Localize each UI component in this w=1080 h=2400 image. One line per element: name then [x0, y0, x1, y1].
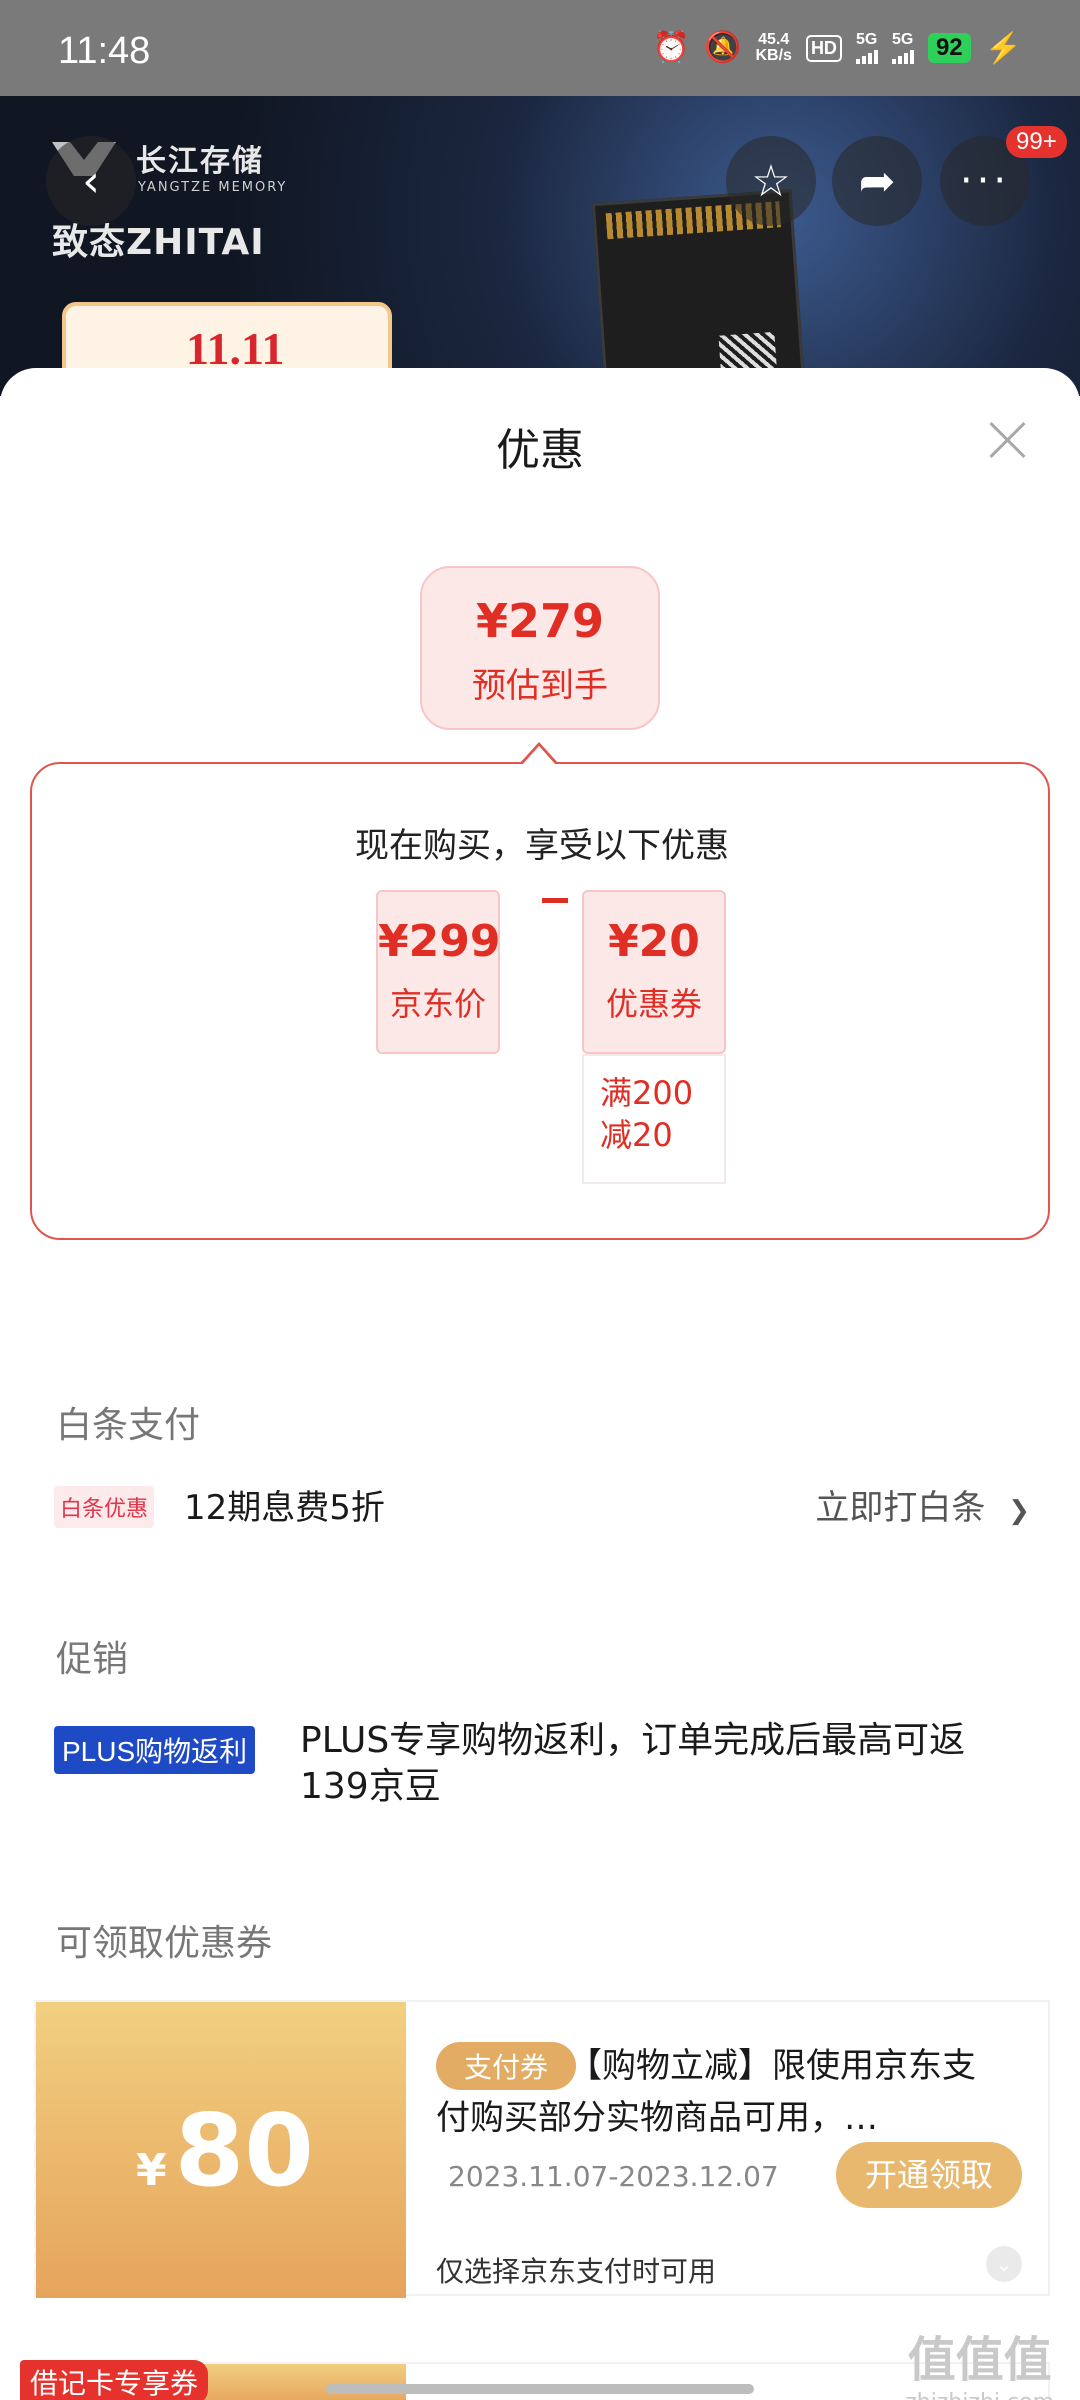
notification-badge: 99+ [1006, 126, 1067, 158]
chevron-right-icon: ❯ [1008, 1496, 1030, 1526]
status-icons: ⏰ 🔕 45.4 KB/s HD 5G 5G 92 ⚡ [653, 30, 1022, 66]
section-baitiao: 白条支付 [56, 1405, 201, 1446]
section-coupons: 可领取优惠券 [56, 1923, 273, 1964]
share-icon: ➦ [858, 155, 896, 207]
mute-icon: 🔕 [704, 31, 742, 64]
claim-button[interactable]: 开通领取 [836, 2142, 1022, 2208]
promo-breakdown: 现在购买，享受以下优惠 ¥299 京东价 ¥20 优惠券 满200减20 [30, 762, 1050, 1240]
minus-icon [542, 898, 568, 903]
jd-price-box: ¥299 京东价 [376, 890, 500, 1054]
sheet-title: 优惠 [496, 425, 584, 476]
section-promotion: 促销 [56, 1639, 129, 1680]
coupon-card: ¥80 【购物立减】限使用京东支付购买部分实物商品可用，… 支付券 2023.1… [30, 2000, 1050, 2298]
plus-tag: PLUS购物返利 [54, 1726, 256, 1774]
charging-icon: ⚡ [984, 31, 1022, 65]
coupon-type-tag: 支付券 [436, 2042, 577, 2090]
back-arrow-icon: ‹ [82, 155, 100, 207]
share-button[interactable]: ➦ [832, 136, 922, 226]
signal-icon: 5G [855, 32, 878, 64]
coupon-date: 2023.11.07-2023.12.07 [448, 2160, 779, 2193]
product-image: 长江存储 YANGTZE MEMORY 致态ZHITAI 11.11 ‹ ☆ ➦… [0, 96, 1080, 396]
coupon-amount-panel: ¥80 [30, 2002, 406, 2298]
chevron-down-icon[interactable]: ⌄ [986, 2246, 1022, 2282]
plus-text: PLUS专享购物返利，订单完成后最高可返139京豆 [300, 1720, 966, 1807]
baitiao-link[interactable]: 立即打白条 ❯ [815, 1480, 1030, 1529]
baitiao-tag: 白条优惠 [54, 1486, 155, 1528]
battery-icon: 92 [927, 33, 971, 63]
back-button[interactable]: ‹ [46, 136, 136, 226]
baitiao-text: 12期息费5折 [184, 1488, 385, 1528]
coupon-box: ¥20 优惠券 [582, 890, 726, 1054]
coupon-condition: 满200减20 [582, 1054, 726, 1184]
estimated-price-box: ¥279 预估到手 [420, 566, 660, 730]
alarm-icon: ⏰ [652, 31, 691, 64]
estimated-price: ¥279 [475, 594, 605, 648]
hd-icon: HD [805, 34, 842, 62]
home-indicator[interactable] [326, 2384, 754, 2394]
star-icon: ☆ [751, 155, 791, 207]
coupon-note: 仅选择京东支付时可用 [436, 2255, 717, 2288]
signal-icon: 5G [891, 32, 914, 64]
status-time: 11:48 [58, 30, 151, 72]
watermark: 值值值 zhizhizhi.com [905, 2332, 1054, 2400]
favorite-button[interactable]: ☆ [726, 136, 816, 226]
status-bar: 11:48 ⏰ 🔕 45.4 KB/s HD 5G 5G 92 ⚡ [0, 0, 1080, 96]
close-icon[interactable] [988, 420, 1028, 460]
coupon-amount: ¥80 [136, 2092, 314, 2209]
debit-card-tag: 借记卡专享券 [20, 2360, 209, 2400]
estimated-price-label: 预估到手 [472, 666, 608, 706]
net-speed: 45.4 KB/s [755, 31, 792, 64]
more-icon: ··· [959, 158, 1011, 204]
promo-title: 现在购买，享受以下优惠 [355, 826, 729, 866]
